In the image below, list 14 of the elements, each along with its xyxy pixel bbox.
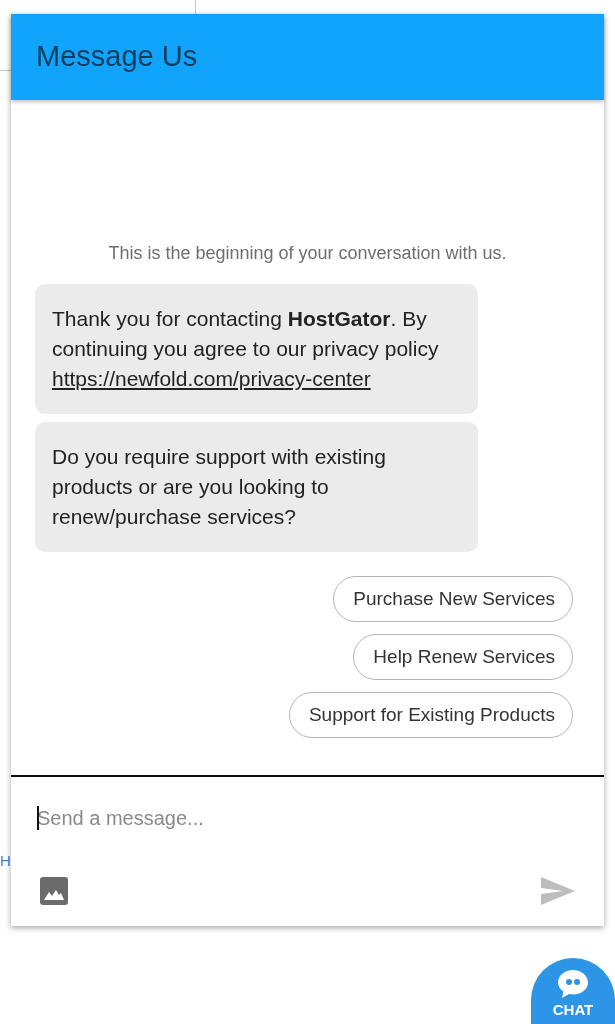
image-upload-button[interactable] <box>40 877 68 905</box>
image-icon <box>40 877 68 905</box>
quick-reply-button[interactable]: Purchase New Services <box>333 576 573 622</box>
message-text: Do you require support with existing products or are you looking to renew/purchase services? <box>52 444 387 530</box>
quick-reply-button[interactable]: Support for Existing Products <box>288 692 573 738</box>
speech-bubble-icon <box>557 969 589 999</box>
link-text[interactable]: H <box>0 851 11 871</box>
message-text: Thank you for contacting HostGator. By continuing you agree to our privacy policy https://newfold.com/privacy-center <box>52 306 440 392</box>
message-input[interactable]: Send a message... <box>37 805 578 831</box>
chat-title: Message Us <box>36 39 198 75</box>
conversation-start-text: This is the beginning of your conversation with us. <box>108 242 507 264</box>
privacy-link[interactable]: https://newfold.com/privacy-center <box>52 367 371 390</box>
send-icon <box>541 877 575 905</box>
quick-reply-button[interactable]: Help Renew Services <box>353 634 573 680</box>
